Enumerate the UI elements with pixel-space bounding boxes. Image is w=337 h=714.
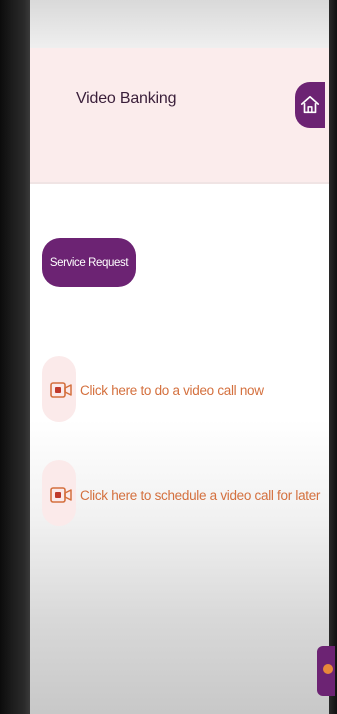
header-divider xyxy=(30,182,329,184)
app-header: Video Banking xyxy=(30,48,329,182)
video-call-now-label: Click here to do a video call now xyxy=(80,382,264,398)
video-call-now-link[interactable]: Click here to do a video call now xyxy=(42,375,264,405)
video-camera-icon xyxy=(50,487,72,503)
page-title: Video Banking xyxy=(76,90,177,107)
phone-bezel-left xyxy=(0,0,30,714)
schedule-video-call-link[interactable]: Click here to schedule a video call for … xyxy=(42,480,320,510)
schedule-video-call-label: Click here to schedule a video call for … xyxy=(80,487,321,503)
floating-assistant-button[interactable] xyxy=(317,646,335,696)
assistant-icon xyxy=(323,664,333,674)
status-bar xyxy=(30,0,329,48)
home-button[interactable] xyxy=(295,82,325,128)
phone-frame: Video Banking Service Request Click here… xyxy=(0,0,337,714)
home-icon xyxy=(300,95,320,114)
app-screen: Video Banking Service Request Click here… xyxy=(30,0,335,714)
video-camera-icon xyxy=(50,382,72,398)
service-request-button[interactable]: Service Request xyxy=(42,238,136,287)
phone-bezel-right xyxy=(329,0,337,714)
